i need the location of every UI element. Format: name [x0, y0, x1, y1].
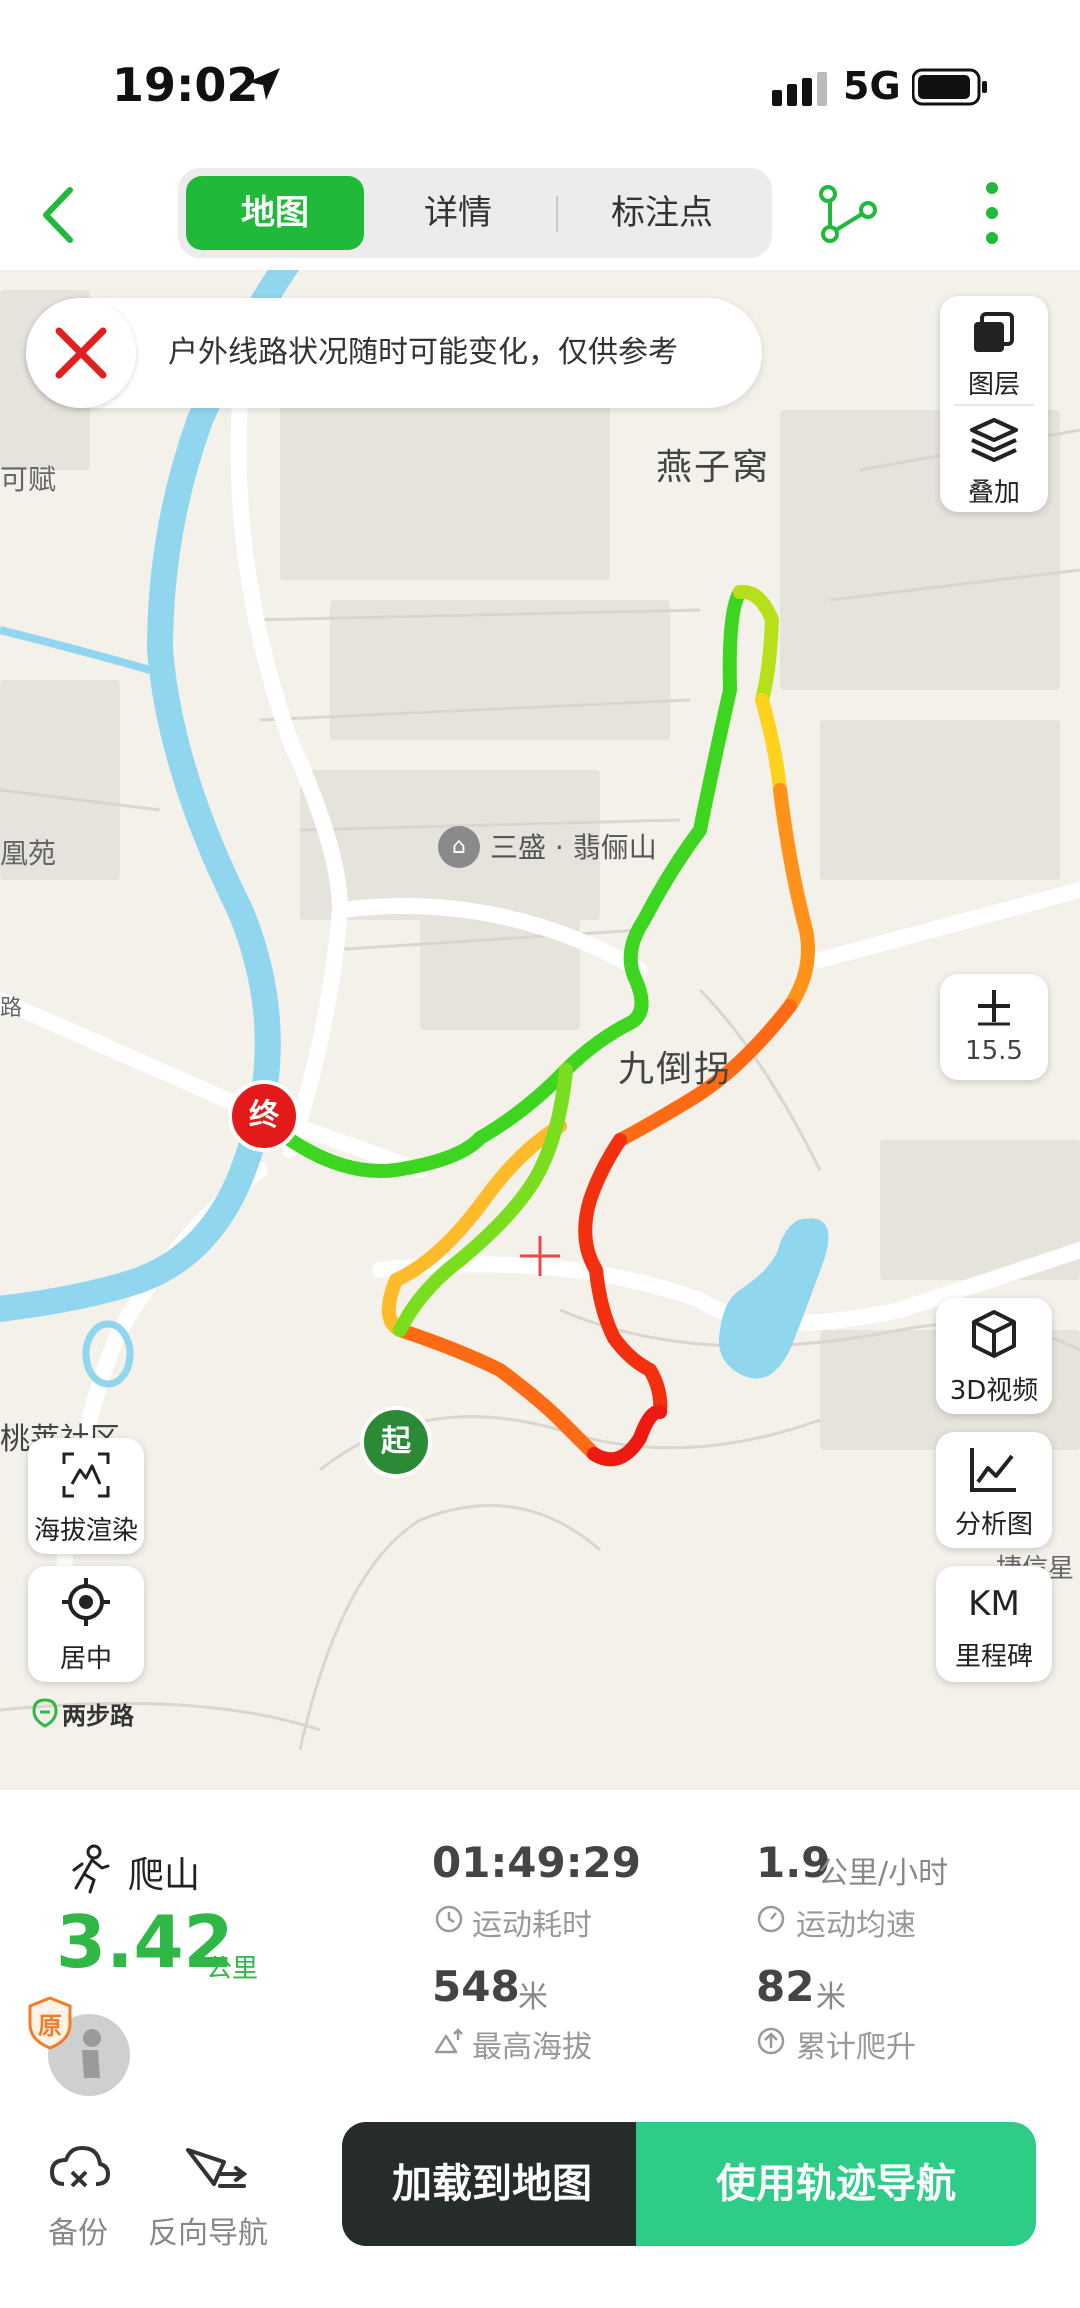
layers-button[interactable]: 图层 — [940, 296, 1048, 404]
place-label-yanziwo: 燕子窝 — [656, 447, 771, 488]
clock-icon — [435, 1905, 463, 1933]
climb-value: 82 — [756, 1962, 815, 2011]
max-altitude-value: 548 — [432, 1962, 520, 2011]
route-notice-banner: 户外线路状况随时可能变化，仅供参考 — [26, 298, 762, 408]
distance-unit: 公里 — [206, 1954, 259, 1984]
climb-label: 累计爬升 — [796, 2030, 916, 2065]
network-type: 5G — [843, 64, 901, 108]
tab-divider — [556, 196, 558, 232]
milestone-label: 里程碑 — [954, 1642, 1033, 1672]
zoom-button[interactable]: 15.5 — [940, 974, 1048, 1080]
original-badge-text: 原 — [38, 2012, 62, 2040]
reverse-nav-label: 反向导航 — [148, 2216, 268, 2251]
overlay-label: 叠加 — [967, 478, 1020, 508]
line-chart-icon — [970, 1448, 1016, 1492]
analysis-button[interactable]: 分析图 — [936, 1432, 1052, 1548]
cloud-sync-icon — [50, 2146, 110, 2188]
notice-text: 户外线路状况随时可能变化，仅供参考 — [168, 335, 678, 370]
status-bar: 19:02 5G — [0, 0, 1080, 160]
reverse-nav-button[interactable]: 反向导航 — [148, 2142, 288, 2262]
milestone-button[interactable]: KM 里程碑 — [936, 1566, 1052, 1682]
signal-icon — [772, 72, 827, 106]
road-label: 路 — [0, 996, 23, 1021]
mountain-peak-icon — [434, 2028, 463, 2054]
avg-speed-label: 运动均速 — [796, 1908, 916, 1943]
map-base — [0, 270, 1080, 1751]
cube-icon — [972, 1310, 1016, 1358]
nav-bar: 地图 详情 标注点 — [0, 160, 1080, 270]
end-marker[interactable]: 终 — [228, 1080, 300, 1152]
speedometer-icon — [757, 1905, 785, 1933]
layer-control: 图层 叠加 — [940, 296, 1048, 512]
track-navigation-button[interactable]: 使用轨迹导航 — [636, 2122, 1036, 2246]
tab-map[interactable]: 地图 — [186, 176, 364, 250]
3d-video-label: 3D视频 — [949, 1376, 1039, 1406]
climb-up-icon — [757, 2027, 785, 2055]
close-notice-button[interactable] — [26, 298, 136, 408]
route-share-icon[interactable] — [816, 182, 880, 246]
tab-waypoints[interactable]: 标注点 — [562, 176, 762, 250]
activity-type: 爬山 — [128, 1855, 201, 1896]
center-label: 居中 — [59, 1644, 112, 1674]
load-to-map-button[interactable]: 加载到地图 — [342, 2122, 642, 2246]
poi-icon: ⌂ — [438, 826, 480, 868]
km-icon: KM — [968, 1584, 1020, 1624]
track-stats: 爬山 3.42 公里 原 01:49:29 运动耗时 1.9 公里/小时 运动均… — [0, 1790, 1080, 2120]
overlay-button[interactable]: 叠加 — [940, 404, 1048, 512]
place-label-fenghuangyuan: 凰苑 — [0, 837, 57, 870]
center-button[interactable]: 居中 — [28, 1566, 144, 1682]
overlay-stack-icon — [970, 418, 1018, 462]
elevation-render-label: 海拔渲染 — [33, 1516, 138, 1546]
close-icon — [55, 327, 107, 379]
start-marker[interactable]: 起 — [360, 1406, 432, 1478]
duration-value: 01:49:29 — [432, 1838, 641, 1887]
brand-logo-icon — [32, 1698, 58, 1728]
back-icon[interactable] — [34, 182, 84, 248]
hiking-icon — [72, 1844, 110, 1894]
avg-speed-unit: 公里/小时 — [818, 1856, 949, 1891]
original-badge: 原 — [26, 1996, 74, 2050]
brand-text: 两步路 — [62, 1702, 134, 1730]
duration-label: 运动耗时 — [472, 1908, 592, 1943]
more-icon[interactable] — [980, 178, 1004, 248]
status-time: 19:02 — [112, 58, 259, 112]
backup-label: 备份 — [48, 2216, 108, 2251]
elevation-render-button[interactable]: 海拔渲染 — [28, 1438, 144, 1554]
analysis-label: 分析图 — [954, 1510, 1033, 1540]
view-tab-switcher: 地图 详情 标注点 — [178, 168, 772, 258]
backup-button[interactable]: 备份 — [40, 2142, 120, 2262]
place-label-jiudaoguai: 九倒拐 — [618, 1049, 733, 1090]
elevation-icon — [62, 1452, 110, 1498]
poi-label-sansheng: 三盛 · 翡俪山 — [490, 831, 657, 864]
battery-icon — [912, 68, 987, 106]
layers-label: 图层 — [967, 370, 1020, 400]
reverse-route-icon — [186, 2148, 248, 2188]
max-altitude-unit: 米 — [518, 1980, 548, 2015]
tab-details[interactable]: 详情 — [368, 176, 548, 250]
map-view[interactable]: 燕子窝 ⌂ 三盛 · 翡俪山 九倒拐 可赋 凰苑 路 桃莱社区 捷信星 终 起 … — [0, 270, 1080, 1790]
location-arrow-icon — [248, 68, 280, 100]
plus-icon — [978, 990, 1010, 1026]
zoom-level: 15.5 — [965, 1036, 1023, 1066]
climb-unit: 米 — [816, 1980, 846, 2015]
place-label-kefu: 可赋 — [0, 463, 57, 496]
max-altitude-label: 最高海拔 — [472, 2030, 592, 2065]
3d-video-button[interactable]: 3D视频 — [936, 1298, 1052, 1414]
target-icon — [62, 1578, 110, 1626]
layers-icon — [974, 312, 1014, 352]
